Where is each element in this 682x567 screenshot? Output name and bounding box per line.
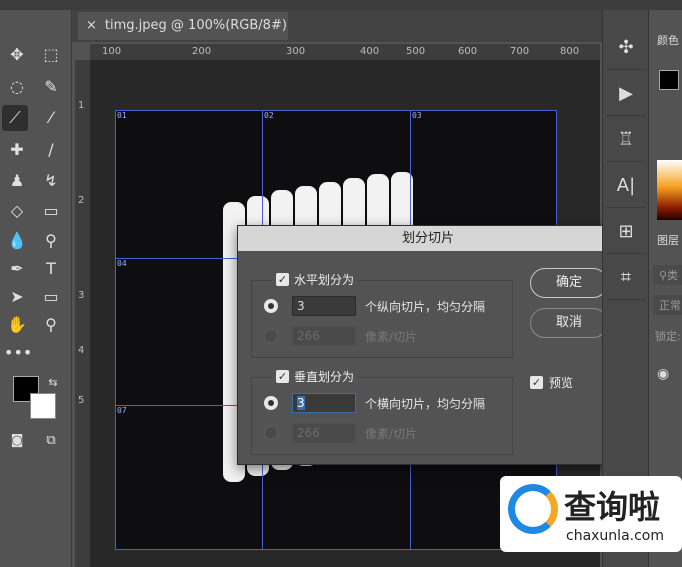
blur-tool-icon[interactable]: 💧 bbox=[4, 228, 30, 254]
ruler-label: 100 bbox=[102, 46, 122, 57]
ruler-label: 3 bbox=[78, 290, 85, 301]
top-bar bbox=[0, 0, 682, 10]
eyedropper-icon[interactable]: ⁄ bbox=[38, 105, 64, 131]
lasso-tool-icon[interactable]: ◌ bbox=[4, 74, 30, 100]
slice-label: 02 bbox=[264, 111, 274, 120]
ruler-label: 1 bbox=[78, 100, 85, 111]
ruler-label: 700 bbox=[510, 46, 530, 57]
quick-mask-icon[interactable]: ◙ bbox=[4, 428, 30, 454]
hand-tool-icon[interactable]: ✋ bbox=[4, 312, 30, 338]
layer-search-text: 类 bbox=[667, 269, 679, 282]
path-select-icon[interactable]: ➤ bbox=[4, 284, 30, 310]
tools-panel: ✥ ⬚ ◌ ✎ ⟋ ⁄ ✚ / ♟ ↯ ◇ ▭ 💧 ⚲ ✒ T ➤ ▭ ✋ ⚲ … bbox=[0, 10, 72, 567]
clone-source-icon[interactable]: ♖ bbox=[607, 118, 645, 162]
horizontal-pixels-input[interactable]: 266 bbox=[292, 326, 356, 346]
layer-search-input[interactable]: ⚲类 bbox=[653, 265, 682, 285]
horizontal-label: 水平划分为 bbox=[294, 273, 355, 287]
vertical-label: 垂直划分为 bbox=[294, 370, 355, 384]
plugins-icon[interactable]: ✣ bbox=[607, 26, 645, 70]
swap-colors-icon[interactable]: ⇆ bbox=[40, 370, 66, 396]
layers-panel-title: 图层 bbox=[657, 234, 679, 247]
properties-icon[interactable]: ⊞ bbox=[607, 210, 645, 254]
slice-label: 03 bbox=[412, 111, 422, 120]
history-brush-icon[interactable]: ↯ bbox=[38, 168, 64, 194]
watermark-logo-icon bbox=[508, 484, 558, 534]
ruler-label: 5 bbox=[78, 395, 85, 406]
watermark: 查询啦 chaxunla.com bbox=[500, 476, 682, 552]
vertical-count-radio[interactable] bbox=[264, 396, 278, 410]
more-tools-icon[interactable]: ••• bbox=[4, 340, 32, 366]
vertical-ruler: 1 2 3 4 5 bbox=[75, 60, 90, 567]
horizontal-count-input[interactable]: 3 bbox=[292, 296, 356, 316]
type-tool-icon[interactable]: T bbox=[38, 256, 64, 282]
marquee-tool-icon[interactable]: ⬚ bbox=[38, 42, 64, 68]
ruler-label: 200 bbox=[192, 46, 212, 57]
quick-select-icon[interactable]: ✎ bbox=[38, 74, 64, 100]
slice-tool-icon[interactable]: ⟋ bbox=[2, 105, 28, 131]
vertical-pixels-radio[interactable] bbox=[264, 426, 278, 440]
preview-checkbox[interactable]: ✓ bbox=[530, 376, 543, 389]
vertical-count-input[interactable]: 3 bbox=[292, 393, 356, 413]
slice-label: 01 bbox=[117, 111, 127, 120]
ruler-label: 4 bbox=[78, 345, 85, 356]
stamp-tool-icon[interactable]: ♟ bbox=[4, 168, 30, 194]
horizontal-checkbox[interactable]: ✓ bbox=[276, 273, 289, 286]
horizontal-pixels-label: 像素/切片 bbox=[365, 330, 418, 344]
slice-label: 04 bbox=[117, 259, 127, 268]
preview-option[interactable]: ✓ 预览 bbox=[530, 374, 573, 391]
watermark-brand: 查询啦 bbox=[564, 488, 661, 526]
panel-foreground-swatch[interactable] bbox=[659, 70, 679, 90]
preview-label: 预览 bbox=[549, 376, 574, 390]
healing-brush-icon[interactable]: ✚ bbox=[4, 137, 30, 163]
slice-label: 07 bbox=[117, 406, 127, 415]
background-color-swatch[interactable] bbox=[30, 393, 56, 419]
ruler-label: 500 bbox=[406, 46, 426, 57]
ruler-label: 2 bbox=[78, 195, 85, 206]
cancel-button[interactable]: 取消 bbox=[530, 308, 608, 338]
vertical-group: ✓ 垂直划分为 3 个横向切片，均匀分隔 266 像素/切片 bbox=[251, 368, 513, 455]
vertical-count-value: 3 bbox=[297, 396, 305, 410]
watermark-url: chaxunla.com bbox=[566, 528, 664, 544]
actions-play-icon[interactable]: ▶ bbox=[607, 72, 645, 116]
horizontal-count-radio[interactable] bbox=[264, 299, 278, 313]
document-tab-title: timg.jpeg @ 100%(RGB/8#) bbox=[104, 18, 287, 33]
screen-mode-icon[interactable]: ⧉ bbox=[38, 428, 64, 454]
horizontal-count-label: 个纵向切片，均匀分隔 bbox=[365, 300, 486, 314]
horizontal-ruler: 100 200 300 400 500 600 700 800 bbox=[90, 44, 600, 60]
character-icon[interactable]: A| bbox=[607, 164, 645, 208]
blend-mode-select[interactable]: 正常 bbox=[653, 295, 682, 315]
ruler-label: 800 bbox=[560, 46, 580, 57]
close-tab-icon[interactable]: × bbox=[86, 18, 97, 33]
crop-icon[interactable]: ⌗ bbox=[607, 256, 645, 300]
ruler-label: 300 bbox=[286, 46, 306, 57]
document-tab[interactable]: × timg.jpeg @ 100%(RGB/8#) bbox=[78, 12, 288, 40]
vertical-count-label: 个横向切片，均匀分隔 bbox=[365, 397, 486, 411]
zoom-tool-icon[interactable]: ⚲ bbox=[38, 312, 64, 338]
brush-tool-icon[interactable]: / bbox=[38, 137, 64, 163]
ruler-label: 600 bbox=[458, 46, 478, 57]
eraser-tool-icon[interactable]: ◇ bbox=[4, 198, 30, 224]
lock-label: 锁定: bbox=[655, 330, 681, 343]
dodge-tool-icon[interactable]: ⚲ bbox=[38, 228, 64, 254]
color-picker-field[interactable] bbox=[657, 160, 682, 220]
gradient-tool-icon[interactable]: ▭ bbox=[38, 198, 64, 224]
horizontal-pixels-radio[interactable] bbox=[264, 329, 278, 343]
horizontal-group: ✓ 水平划分为 3 个纵向切片，均匀分隔 266 像素/切片 bbox=[251, 271, 513, 358]
move-tool-icon[interactable]: ✥ bbox=[4, 42, 30, 68]
ruler-label: 400 bbox=[360, 46, 380, 57]
color-panel-title: 颜色 bbox=[657, 34, 679, 47]
visibility-eye-icon[interactable]: ◉ bbox=[657, 366, 669, 382]
rectangle-tool-icon[interactable]: ▭ bbox=[38, 284, 64, 310]
dialog-title: 划分切片 bbox=[238, 226, 618, 251]
vertical-pixels-label: 像素/切片 bbox=[365, 427, 418, 441]
divide-slice-dialog: 划分切片 ✓ 水平划分为 3 个纵向切片，均匀分隔 266 像素/切片 ✓ 垂直划分… bbox=[237, 225, 619, 465]
ok-button[interactable]: 确定 bbox=[530, 268, 608, 298]
vertical-pixels-input[interactable]: 266 bbox=[292, 423, 356, 443]
vertical-checkbox[interactable]: ✓ bbox=[276, 370, 289, 383]
pen-tool-icon[interactable]: ✒ bbox=[4, 256, 30, 282]
